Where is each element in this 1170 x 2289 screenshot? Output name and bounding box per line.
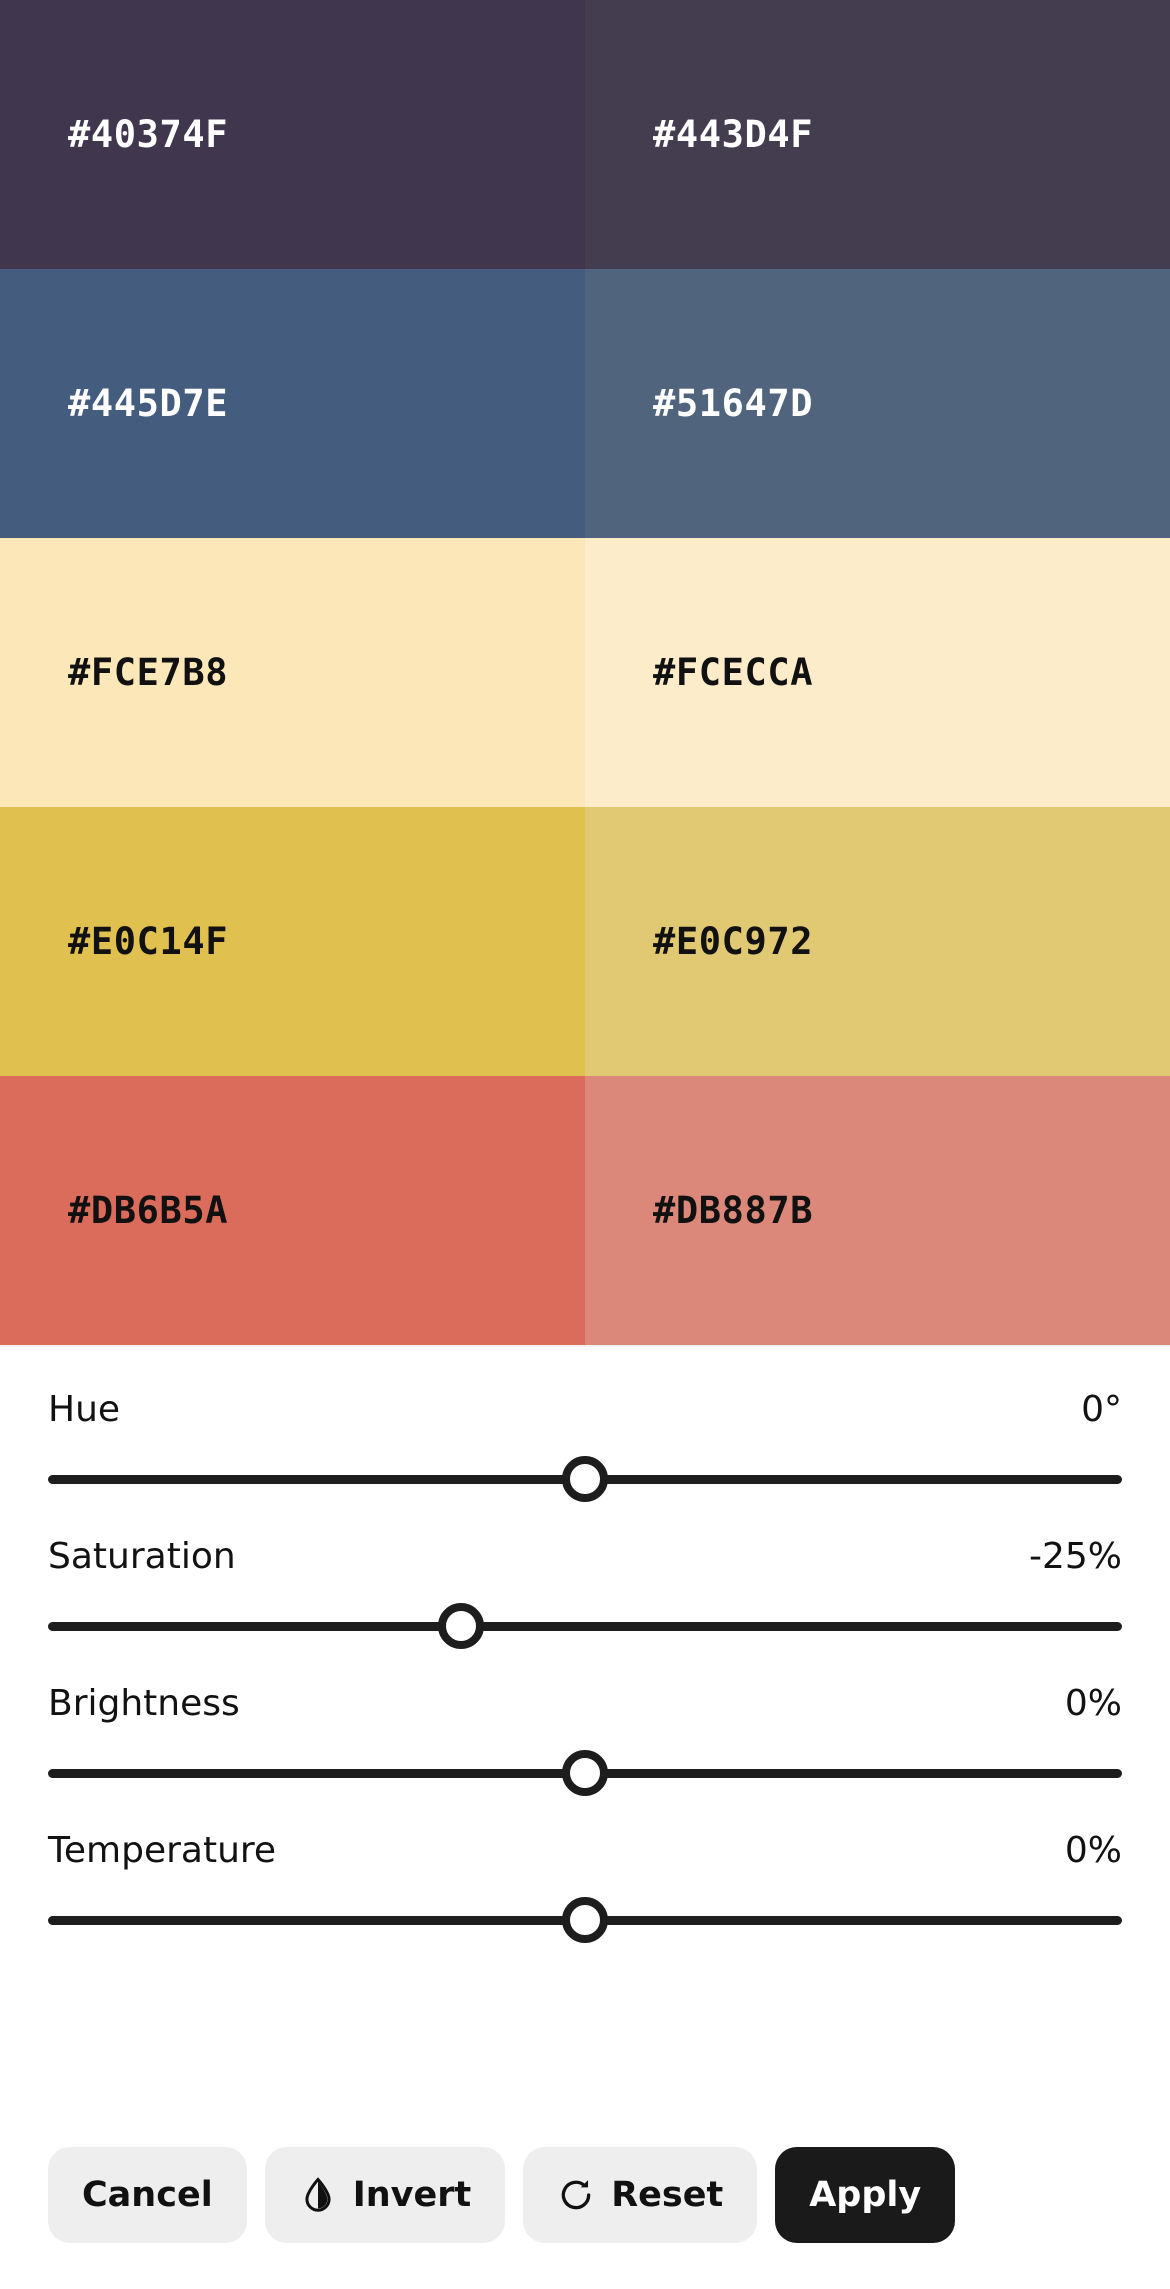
slider-value-hue: 0° — [1081, 1389, 1122, 1430]
swatch-hex-label: #40374F — [68, 113, 229, 156]
apply-button[interactable]: Apply — [775, 2147, 956, 2243]
swatch-hex-label: #443D4F — [653, 113, 814, 156]
slider-group-saturation: Saturation -25% — [48, 1536, 1122, 1649]
slider-thumb-temperature[interactable] — [562, 1897, 608, 1943]
temperature-slider[interactable] — [48, 1897, 1122, 1943]
swatch-original-1[interactable]: #40374F — [0, 0, 585, 269]
reset-button-label: Reset — [611, 2175, 724, 2215]
swatch-adjusted-1[interactable]: #443D4F — [585, 0, 1170, 269]
swatch-original-4[interactable]: #E0C14F — [0, 807, 585, 1076]
brightness-slider[interactable] — [48, 1750, 1122, 1796]
swatch-original-5[interactable]: #DB6B5A — [0, 1076, 585, 1345]
slider-thumb-saturation[interactable] — [438, 1603, 485, 1649]
swatch-row: #E0C14F #E0C972 — [0, 807, 1170, 1076]
slider-label-brightness: Brightness — [48, 1683, 240, 1724]
slider-track[interactable] — [48, 1621, 1122, 1631]
slider-value-brightness: 0% — [1064, 1683, 1122, 1724]
swatch-row: #445D7E #51647D — [0, 269, 1170, 538]
swatch-adjusted-2[interactable]: #51647D — [585, 269, 1170, 538]
reset-button[interactable]: Reset — [523, 2147, 758, 2243]
slider-group-brightness: Brightness 0% — [48, 1683, 1122, 1796]
swatch-hex-label: #445D7E — [68, 382, 229, 425]
swatch-hex-label: #51647D — [653, 382, 814, 425]
palette-swatch-grid: #40374F #443D4F #445D7E #51647D #FCE7B8 … — [0, 0, 1170, 1345]
slider-thumb-hue[interactable] — [562, 1456, 608, 1502]
slider-header: Hue 0° — [48, 1389, 1122, 1430]
swatch-hex-label: #DB6B5A — [68, 1189, 229, 1232]
invert-button[interactable]: Invert — [264, 2147, 506, 2243]
slider-label-temperature: Temperature — [48, 1830, 277, 1871]
swatch-adjusted-5[interactable]: #DB887B — [585, 1076, 1170, 1345]
slider-header: Temperature 0% — [48, 1830, 1122, 1871]
slider-group-hue: Hue 0° — [48, 1389, 1122, 1502]
adjustment-controls-panel: Hue 0° Saturation -25% Brightness 0% Tem… — [0, 1347, 1170, 2137]
hue-slider[interactable] — [48, 1456, 1122, 1502]
action-bar: Cancel Invert Reset Apply — [0, 2137, 1170, 2289]
swatch-original-3[interactable]: #FCE7B8 — [0, 538, 585, 807]
swatch-hex-label: #FCE7B8 — [68, 651, 229, 694]
color-adjust-screen: #40374F #443D4F #445D7E #51647D #FCE7B8 … — [0, 0, 1170, 2289]
swatch-row: #40374F #443D4F — [0, 0, 1170, 269]
swatch-adjusted-3[interactable]: #FCECCA — [585, 538, 1170, 807]
swatch-hex-label: #DB887B — [653, 1189, 814, 1232]
slider-group-temperature: Temperature 0% — [48, 1830, 1122, 1943]
slider-header: Brightness 0% — [48, 1683, 1122, 1724]
swatch-adjusted-4[interactable]: #E0C972 — [585, 807, 1170, 1076]
saturation-slider[interactable] — [48, 1603, 1122, 1649]
cancel-button[interactable]: Cancel — [48, 2147, 247, 2243]
cancel-button-label: Cancel — [82, 2175, 213, 2215]
invert-button-label: Invert — [352, 2175, 472, 2215]
refresh-icon — [557, 2176, 595, 2214]
swatch-hex-label: #E0C14F — [68, 920, 229, 963]
slider-value-temperature: 0% — [1064, 1830, 1122, 1871]
slider-header: Saturation -25% — [48, 1536, 1122, 1577]
swatch-hex-label: #FCECCA — [653, 651, 814, 694]
swatch-original-2[interactable]: #445D7E — [0, 269, 585, 538]
swatch-row: #FCE7B8 #FCECCA — [0, 538, 1170, 807]
slider-value-saturation: -25% — [1028, 1536, 1122, 1577]
slider-label-hue: Hue — [48, 1389, 121, 1430]
slider-label-saturation: Saturation — [48, 1536, 236, 1577]
droplet-half-icon — [299, 2176, 337, 2214]
slider-thumb-brightness[interactable] — [562, 1750, 608, 1796]
apply-button-label: Apply — [809, 2175, 922, 2215]
swatch-row: #DB6B5A #DB887B — [0, 1076, 1170, 1345]
swatch-hex-label: #E0C972 — [653, 920, 814, 963]
